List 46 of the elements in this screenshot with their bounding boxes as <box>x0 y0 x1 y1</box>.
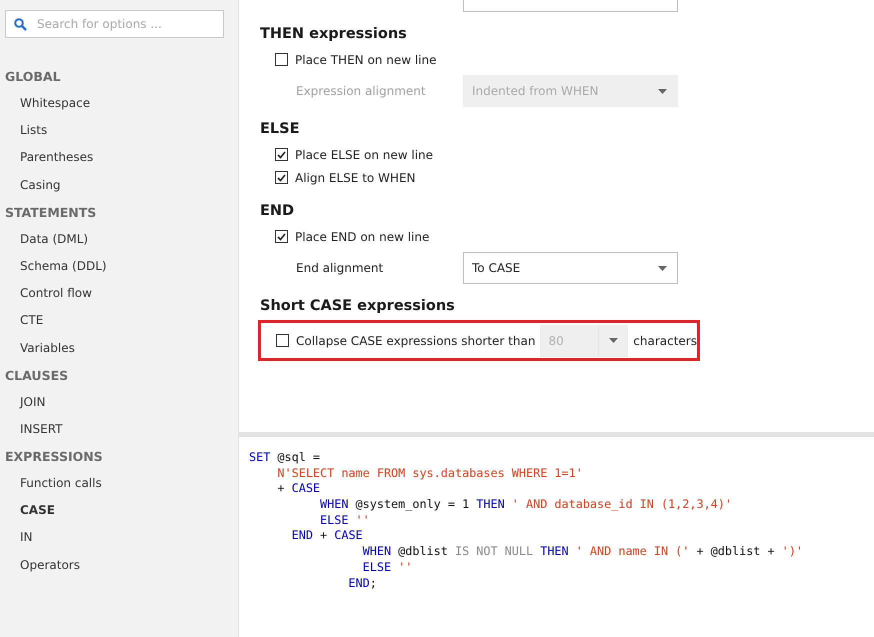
group-heading: CLAUSES <box>4 366 70 385</box>
nav-item[interactable]: Schema (DDL) <box>0 252 238 280</box>
dropdown-caret-icon <box>658 88 667 94</box>
dropdown-caret-icon <box>608 338 618 343</box>
checkmark-icon <box>277 150 286 158</box>
checkbox[interactable] <box>275 148 288 161</box>
checkmark-icon <box>277 232 286 240</box>
nav-item[interactable]: Variables <box>0 334 238 362</box>
search-input[interactable]: Search for options ... <box>35 16 215 32</box>
nav-item[interactable]: INSERT <box>0 416 238 444</box>
section-heading: Short CASE expressions <box>260 298 456 314</box>
group-heading: EXPRESSIONS <box>4 448 104 466</box>
nav-item[interactable]: Function calls <box>0 470 238 498</box>
nav-item[interactable]: Lists <box>0 117 238 144</box>
checkbox[interactable] <box>275 53 288 66</box>
option-label: Align ELSE to WHEN <box>295 170 416 184</box>
group-heading: STATEMENTS <box>4 204 98 222</box>
nav-item[interactable]: Whitespace <box>0 90 238 118</box>
option-label: Place ELSE on new line <box>295 148 434 162</box>
nav-item[interactable]: Casing <box>0 172 238 199</box>
option-label: End alignment <box>296 261 384 275</box>
nav-item[interactable]: Data (DML) <box>0 226 238 253</box>
option-suffix: characters <box>633 334 697 348</box>
nav-item[interactable]: IN <box>0 524 238 552</box>
option-label: Collapse CASE expressions shorter than <box>296 334 536 348</box>
nav-item[interactable]: CTE <box>0 307 238 334</box>
group-heading: GLOBAL <box>4 68 62 86</box>
checkmark-icon <box>277 174 286 182</box>
nav-item[interactable]: Parentheses <box>0 144 238 172</box>
option-label: Place THEN on new line <box>295 52 436 66</box>
search-icon <box>14 18 27 30</box>
section-heading: END <box>260 203 296 219</box>
search-field[interactable]: Search for options ... <box>5 10 224 38</box>
section-heading: ELSE <box>260 121 300 137</box>
nav-item[interactable]: Operators <box>0 552 238 579</box>
option-label: Place END on new line <box>295 230 430 244</box>
option-label: Expression alignment <box>296 84 427 98</box>
checkbox[interactable] <box>275 230 288 243</box>
dropdown[interactable]: To CASE <box>463 252 678 284</box>
nav-item[interactable]: JOIN <box>0 388 238 416</box>
checkbox[interactable] <box>275 171 288 184</box>
section-heading: THEN expressions <box>260 26 408 42</box>
nav-item[interactable]: CASE <box>0 497 238 524</box>
nav-item[interactable]: Control flow <box>0 280 238 308</box>
dropdown-caret-icon <box>658 266 667 270</box>
code-preview: SET @sql = N'SELECT name FROM sys.databases WHERE 1=1' + CASE WHEN @system_only = 1 THEN ' AND database_id IN (1,2,3,4)' ELSE '' END + CASE WHEN @dblist IS NOT NULL THEN ' AND name IN (' + @dblist + ')' ELSE '' END; <box>248 449 804 592</box>
